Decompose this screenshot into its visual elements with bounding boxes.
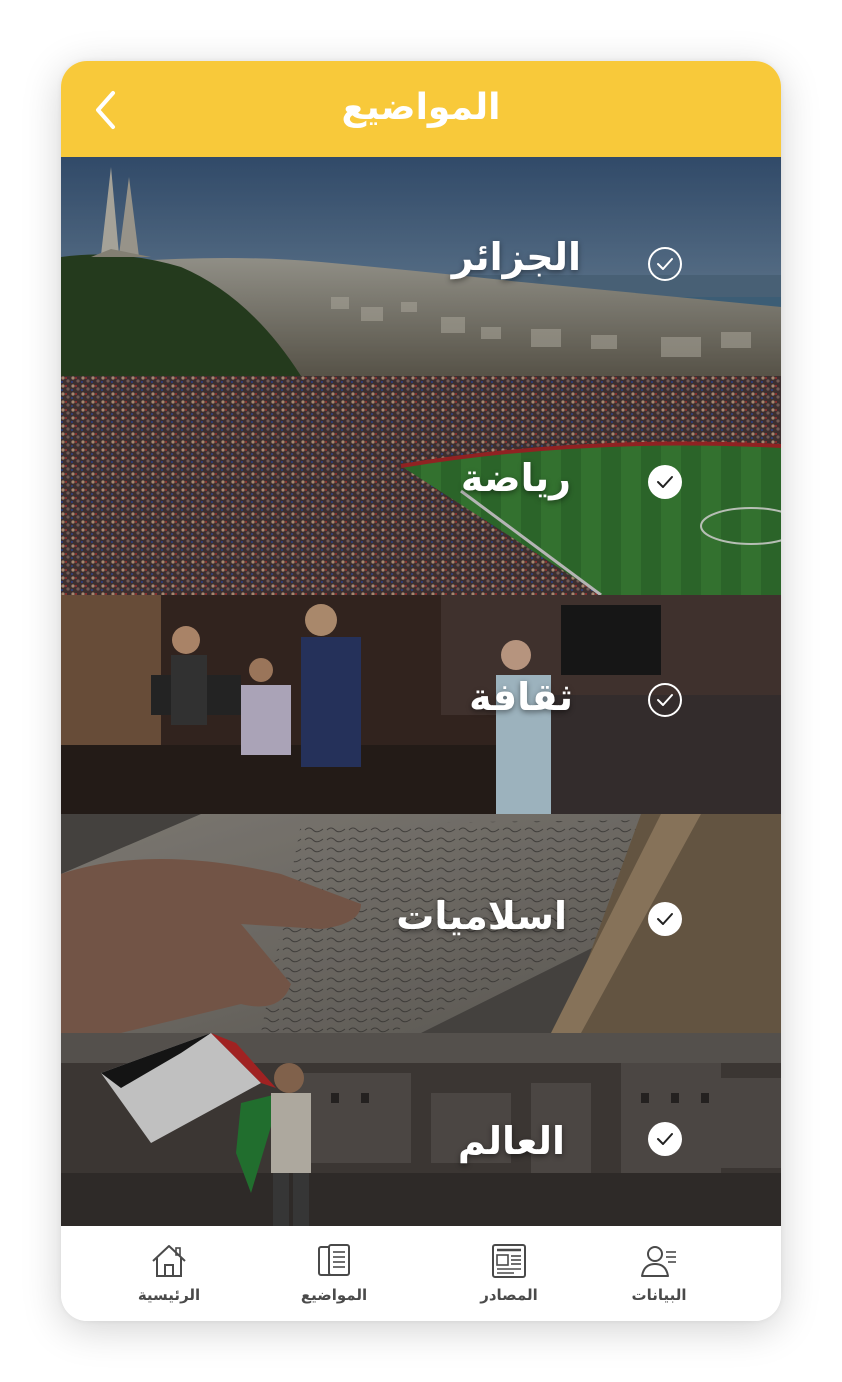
topic-label: ثقافة: [469, 675, 573, 719]
topic-label: الجزائر: [451, 235, 581, 279]
topics-list: الجزائر رياضة ثقافة اسلاميات العالم: [61, 157, 781, 1226]
topic-item-islamic[interactable]: اسلاميات: [61, 814, 781, 1033]
tab-label: المواضيع: [300, 1286, 368, 1304]
check-outline-icon[interactable]: [647, 682, 683, 718]
topic-item-culture[interactable]: ثقافة: [61, 595, 781, 814]
tab-profile[interactable]: البيانات: [589, 1226, 729, 1321]
check-filled-icon[interactable]: [647, 901, 683, 937]
tab-label: المصادر: [480, 1286, 538, 1304]
topic-label: رياضة: [460, 456, 571, 500]
tab-sources[interactable]: المصادر: [439, 1226, 579, 1321]
profile-icon: [641, 1246, 676, 1277]
tab-label: البيانات: [631, 1286, 687, 1304]
check-filled-icon[interactable]: [647, 1121, 683, 1157]
check-outline-icon[interactable]: [647, 246, 683, 282]
page-title: المواضيع: [341, 87, 501, 128]
check-filled-icon[interactable]: [647, 464, 683, 500]
topic-item-algeria[interactable]: الجزائر: [61, 157, 781, 376]
topic-label: اسلاميات: [396, 894, 567, 938]
app-header: المواضيع: [61, 61, 781, 157]
topics-icon: [318, 1244, 350, 1276]
tab-label: الرئيسية: [137, 1286, 201, 1304]
topic-item-sports[interactable]: رياضة: [61, 376, 781, 595]
phone-frame: المواضيع الجزائر رياضة ثقافة اسلاميات ال…: [61, 61, 781, 1321]
tab-home[interactable]: الرئيسية: [99, 1226, 239, 1321]
bottom-tab-bar: الرئيسية المواضيع المصادر البيانات: [61, 1226, 781, 1321]
tab-topics[interactable]: المواضيع: [264, 1226, 404, 1321]
topic-item-world[interactable]: العالم: [61, 1033, 781, 1226]
topic-label: العالم: [457, 1119, 565, 1163]
home-icon: [152, 1245, 186, 1277]
newspaper-icon: [492, 1244, 526, 1278]
